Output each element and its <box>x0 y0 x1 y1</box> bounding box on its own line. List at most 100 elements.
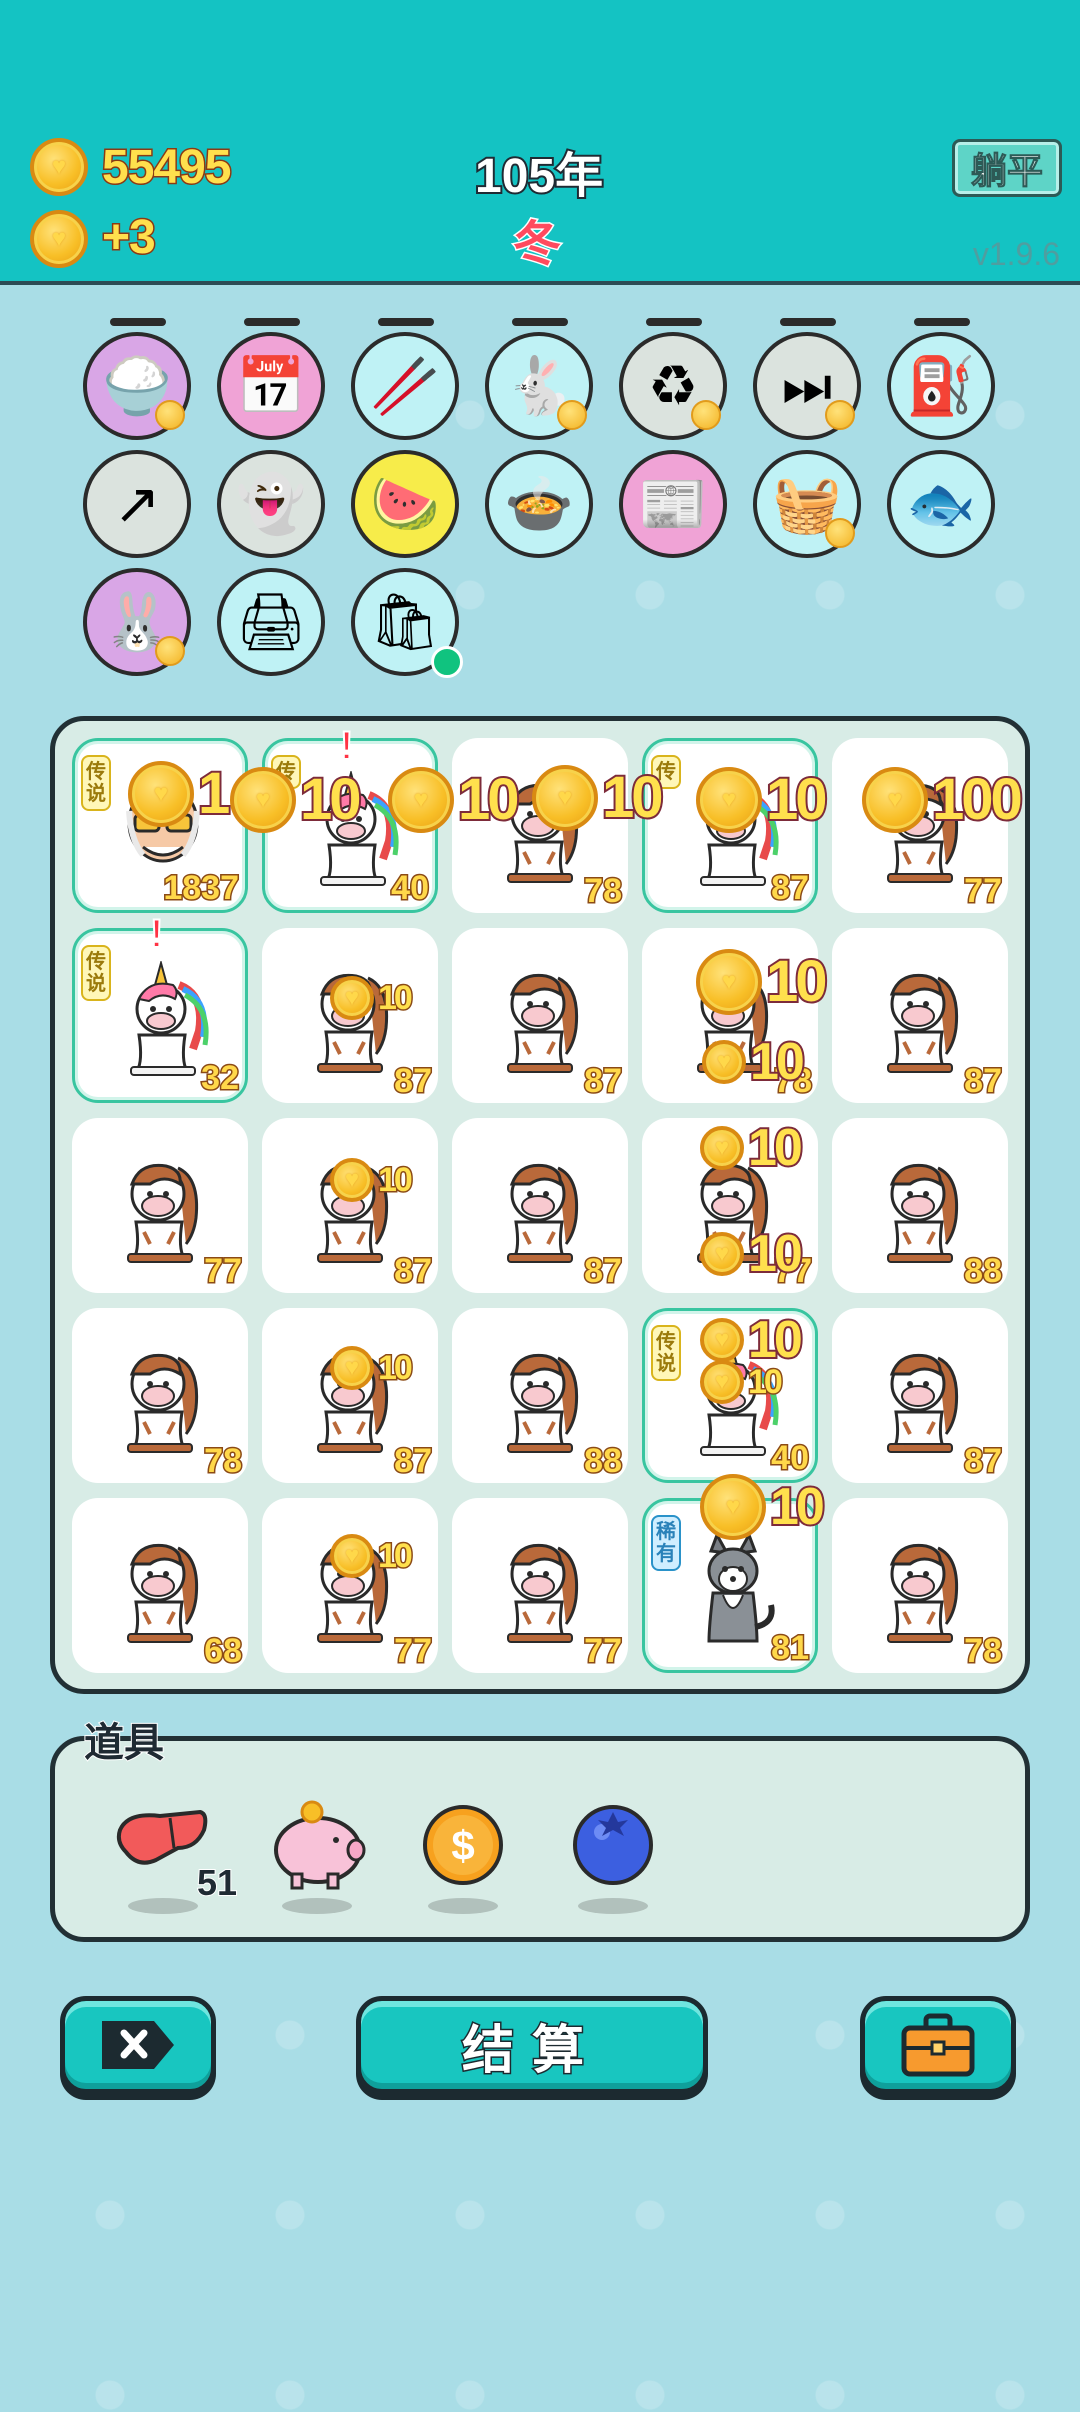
relic-time-magazine[interactable]: 📰 <box>619 450 727 558</box>
cell-value: 77 <box>963 871 1004 912</box>
briefcase-icon <box>901 2013 975 2077</box>
cow-icon <box>507 973 579 1073</box>
cell-value: 87 <box>393 1251 434 1292</box>
income-coin-icon <box>30 210 88 268</box>
board-cell-cow[interactable]: 78 <box>452 738 628 913</box>
relic-printer[interactable]: 🖨 <box>217 568 325 676</box>
relic-fruit-plate[interactable]: 🍉 <box>351 450 459 558</box>
board-cell-cow[interactable]: 87 <box>262 1118 438 1293</box>
relic-row-peek <box>244 318 300 326</box>
relic-ghost[interactable]: 👻 <box>217 450 325 558</box>
relic-pump[interactable]: ⛽ <box>887 332 995 440</box>
cell-value: 88 <box>963 1251 1004 1292</box>
cow-icon <box>887 1353 959 1453</box>
relic-arrow-card[interactable]: ↗ <box>83 450 191 558</box>
relic-status-dot <box>431 646 463 678</box>
settle-button[interactable]: 结算 <box>356 1996 708 2094</box>
lie-flat-button[interactable]: 躺平 <box>952 139 1062 197</box>
board-cell-cow[interactable]: 77 <box>452 1498 628 1673</box>
cow-icon <box>317 1353 389 1453</box>
board-cell-cow[interactable]: 88 <box>452 1308 628 1483</box>
unicorn-icon <box>700 771 779 886</box>
relic-row-peek <box>110 318 166 326</box>
version-label: v1.9.6 <box>972 236 1060 272</box>
dollar-coin-icon: $ <box>423 1805 503 1885</box>
gold-coin-icon <box>30 138 88 196</box>
gold-amount: 55495 <box>100 140 232 196</box>
rarity-tag: 传说 <box>651 1325 681 1381</box>
cow-icon <box>887 783 959 883</box>
blueberry-item[interactable] <box>558 1790 668 1914</box>
cell-value: 78 <box>203 1441 244 1482</box>
board-cell-cow[interactable]: 78 <box>642 928 818 1103</box>
board-cell-cow[interactable]: 78 <box>72 1308 248 1483</box>
cell-value: 77 <box>393 1631 434 1672</box>
dollar-coin-item[interactable]: $ <box>408 1790 518 1914</box>
relic-coin-badge <box>691 400 721 430</box>
relic-coin-badge <box>155 400 185 430</box>
relic-chopsticks[interactable]: 🥢 <box>351 332 459 440</box>
income-amount: +3 <box>101 210 158 266</box>
alert-icon: ! <box>149 911 164 957</box>
board-cell-cow[interactable]: 87 <box>832 1308 1008 1483</box>
board-cell-cow[interactable]: 77 <box>642 1118 818 1293</box>
unicorn-icon <box>320 771 399 886</box>
item-shadow <box>578 1898 648 1914</box>
cow-icon <box>317 973 389 1073</box>
cow-icon <box>887 973 959 1073</box>
board-cell-cow[interactable]: 87 <box>262 1308 438 1483</box>
board-cell-unicorn[interactable]: 传 87 <box>642 738 818 913</box>
fish-tank-icon: 🐟 <box>906 472 976 535</box>
cow-icon <box>697 1163 769 1263</box>
cow-icon <box>507 1163 579 1263</box>
rarity-tag: 传 <box>271 755 301 789</box>
cell-value: 87 <box>770 868 811 909</box>
board-cell-cow[interactable]: 87 <box>262 928 438 1103</box>
fruit-plate-icon: 🍉 <box>370 472 440 535</box>
relic-coin-badge <box>155 636 185 666</box>
board-cell-husky[interactable]: 稀有 81 <box>642 1498 818 1673</box>
cell-value: 40 <box>390 868 431 909</box>
alert-icon: ! <box>339 723 354 769</box>
cell-value: 88 <box>583 1441 624 1482</box>
svg-text:$: $ <box>451 1822 474 1869</box>
board-cell-cow[interactable]: 77 <box>262 1498 438 1673</box>
board-cell-cow[interactable]: 87 <box>452 1118 628 1293</box>
relic-coin-badge <box>825 400 855 430</box>
cell-value: 77 <box>773 1251 814 1292</box>
skip-icon: ⏭ <box>781 354 833 417</box>
calendar-icon: 📅 <box>236 354 306 417</box>
relic-pot[interactable]: 🍲 <box>485 450 593 558</box>
board-cell-cow[interactable]: 87 <box>452 928 628 1103</box>
relic-calendar[interactable]: 📅 <box>217 332 325 440</box>
time-magazine-icon: 📰 <box>638 472 708 535</box>
board-cell-cow[interactable]: 77 <box>72 1118 248 1293</box>
cell-value: 1837 <box>162 868 241 909</box>
relic-coin-badge <box>557 400 587 430</box>
item-shadow <box>282 1898 352 1914</box>
cell-value: 81 <box>770 1628 811 1669</box>
season-label: 冬 <box>511 217 562 273</box>
unicorn-icon <box>700 1341 779 1456</box>
cow-icon <box>127 1163 199 1263</box>
board-cell-old-man[interactable]: 传说 1837 <box>72 738 248 913</box>
relic-fish-tank[interactable]: 🐟 <box>887 450 995 558</box>
relic-row-peek <box>646 318 702 326</box>
board-cell-cow[interactable]: 88 <box>832 1118 1008 1293</box>
board-cell-cow[interactable]: 68 <box>72 1498 248 1673</box>
briefcase-button[interactable] <box>860 1996 1016 2094</box>
item-shadow <box>428 1898 498 1914</box>
cow-icon <box>317 1163 389 1263</box>
board-cell-unicorn[interactable]: 传说 40 <box>642 1308 818 1483</box>
close-button[interactable] <box>60 1996 216 2094</box>
cow-icon <box>127 1543 199 1643</box>
board-cell-cow[interactable]: 87 <box>832 928 1008 1103</box>
piggy-bank-item[interactable] <box>262 1790 372 1914</box>
arrow-card-icon: ↗ <box>113 472 161 535</box>
ghost-icon: 👻 <box>236 472 306 535</box>
close-tag-icon <box>102 2021 174 2069</box>
board-cell-cow[interactable]: 78 <box>832 1498 1008 1673</box>
board-cell-cow[interactable]: 77 <box>832 738 1008 913</box>
cell-value: 40 <box>770 1438 811 1479</box>
items-title: 道具 <box>83 1720 165 1766</box>
